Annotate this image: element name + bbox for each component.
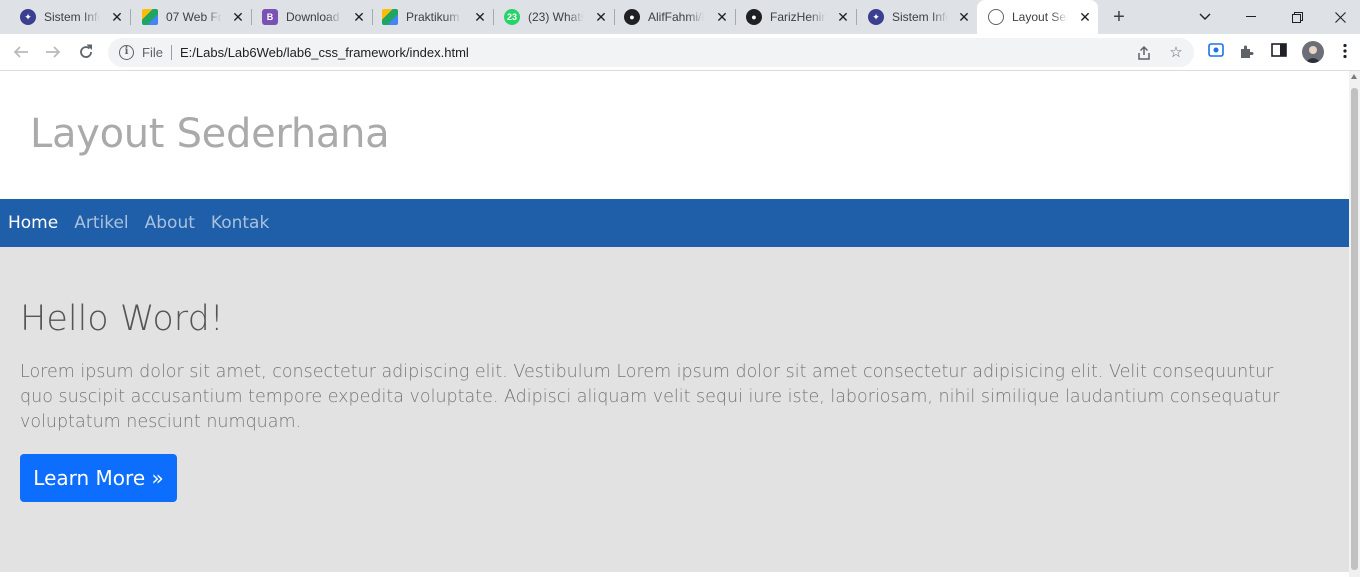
tab-strip: ✦ Sistem Infor ✕ 07 Web Fra ✕ B Download… bbox=[0, 0, 1360, 34]
tab-title: 07 Web Fra bbox=[166, 10, 222, 24]
close-icon[interactable]: ✕ bbox=[231, 10, 245, 24]
chevron-down-icon bbox=[1199, 13, 1211, 20]
tab-search-button[interactable] bbox=[1182, 0, 1228, 34]
scheme-label: File bbox=[142, 45, 163, 60]
tab-title: FarizHenin bbox=[770, 10, 826, 24]
menu-kebab-icon[interactable] bbox=[1336, 43, 1354, 61]
tab-8[interactable]: ✦ Sistem Infor ✕ bbox=[856, 0, 978, 34]
tab-title: Praktikum bbox=[406, 10, 460, 24]
tab-title: AlifFahmi/L bbox=[648, 10, 704, 24]
minimize-button[interactable] bbox=[1228, 0, 1274, 34]
tab-title: Sistem Infor bbox=[892, 10, 948, 24]
screencast-icon[interactable] bbox=[1207, 43, 1225, 61]
nav-item-home[interactable]: Home bbox=[8, 213, 58, 233]
arrow-right-icon bbox=[46, 46, 61, 58]
url-text[interactable]: E:/Labs/Lab6Web/lab6_css_framework/index… bbox=[180, 45, 469, 60]
close-icon[interactable]: ✕ bbox=[836, 10, 850, 24]
hero-heading: Hello Word! bbox=[20, 299, 224, 339]
scrollbar[interactable] bbox=[1349, 71, 1360, 577]
back-button[interactable] bbox=[11, 42, 31, 62]
side-panel-icon[interactable] bbox=[1270, 43, 1288, 61]
google-drive-icon bbox=[382, 9, 398, 25]
university-icon: ✦ bbox=[868, 9, 884, 25]
tab-title: Layout Sed bbox=[1012, 10, 1068, 24]
restore-button[interactable] bbox=[1274, 0, 1320, 34]
site-header: Layout Sederhana bbox=[0, 71, 1349, 199]
tab-7[interactable]: ● FarizHenin ✕ bbox=[735, 0, 857, 34]
close-icon bbox=[1334, 11, 1346, 23]
tab-4[interactable]: Praktikum ✕ bbox=[372, 0, 494, 34]
tab-title: (23) Whats bbox=[528, 10, 584, 24]
close-icon[interactable]: ✕ bbox=[352, 10, 366, 24]
hero-section: Hello Word! Lorem ipsum dolor sit amet, … bbox=[0, 247, 1349, 572]
site-nav: Home Artikel About Kontak bbox=[0, 199, 1349, 247]
star-icon[interactable]: ☆ bbox=[1167, 44, 1185, 62]
close-icon[interactable]: ✕ bbox=[594, 10, 608, 24]
whatsapp-icon: 23 bbox=[504, 9, 520, 25]
close-icon[interactable]: ✕ bbox=[473, 10, 487, 24]
address-divider bbox=[171, 45, 172, 60]
nav-item-artikel[interactable]: Artikel bbox=[74, 213, 128, 233]
share-icon[interactable] bbox=[1135, 44, 1153, 62]
scroll-up-icon[interactable] bbox=[1351, 74, 1357, 79]
minimize-icon bbox=[1246, 16, 1256, 17]
forward-button[interactable] bbox=[43, 42, 63, 62]
tab-3[interactable]: B Download ✕ bbox=[251, 0, 373, 34]
extensions-icon[interactable] bbox=[1238, 43, 1256, 61]
tab-title: Sistem Infor bbox=[44, 10, 100, 24]
address-bar[interactable]: i File E:/Labs/Lab6Web/lab6_css_framewor… bbox=[108, 38, 1194, 67]
page-viewport: Layout Sederhana Home Artikel About Kont… bbox=[0, 71, 1349, 577]
reload-button[interactable] bbox=[76, 42, 96, 62]
arrow-left-icon bbox=[13, 46, 28, 58]
close-window-button[interactable] bbox=[1320, 0, 1360, 34]
github-icon: ● bbox=[624, 9, 640, 25]
site-title: Layout Sederhana bbox=[30, 111, 390, 157]
university-icon: ✦ bbox=[20, 9, 36, 25]
avatar[interactable] bbox=[1302, 41, 1324, 63]
hero-body: Lorem ipsum dolor sit amet, consectetur … bbox=[20, 362, 1280, 432]
tab-2[interactable]: 07 Web Fra ✕ bbox=[130, 0, 252, 34]
bootstrap-icon: B bbox=[262, 9, 278, 25]
scroll-thumb[interactable] bbox=[1351, 88, 1358, 570]
tab-1[interactable]: ✦ Sistem Infor ✕ bbox=[0, 0, 131, 34]
close-icon[interactable]: ✕ bbox=[715, 10, 729, 24]
globe-icon bbox=[988, 9, 1004, 25]
reload-icon bbox=[80, 44, 92, 58]
close-icon[interactable]: ✕ bbox=[957, 10, 971, 24]
google-drive-icon bbox=[142, 9, 158, 25]
close-icon[interactable]: ✕ bbox=[1078, 10, 1092, 24]
browser-toolbar: i File E:/Labs/Lab6Web/lab6_css_framewor… bbox=[0, 34, 1360, 71]
close-icon[interactable]: ✕ bbox=[110, 10, 124, 24]
tab-5[interactable]: 23 (23) Whats ✕ bbox=[493, 0, 615, 34]
restore-icon bbox=[1291, 11, 1303, 23]
tab-active[interactable]: Layout Sed ✕ bbox=[977, 0, 1098, 34]
info-icon[interactable]: i bbox=[119, 45, 134, 60]
nav-item-about[interactable]: About bbox=[145, 213, 195, 233]
tab-6[interactable]: ● AlifFahmi/L ✕ bbox=[614, 0, 736, 34]
github-icon: ● bbox=[746, 9, 762, 25]
learn-more-button[interactable]: Learn More » bbox=[20, 454, 177, 502]
new-tab-button[interactable]: + bbox=[1109, 7, 1129, 27]
tab-title: Download bbox=[286, 10, 340, 24]
nav-item-kontak[interactable]: Kontak bbox=[211, 213, 269, 233]
